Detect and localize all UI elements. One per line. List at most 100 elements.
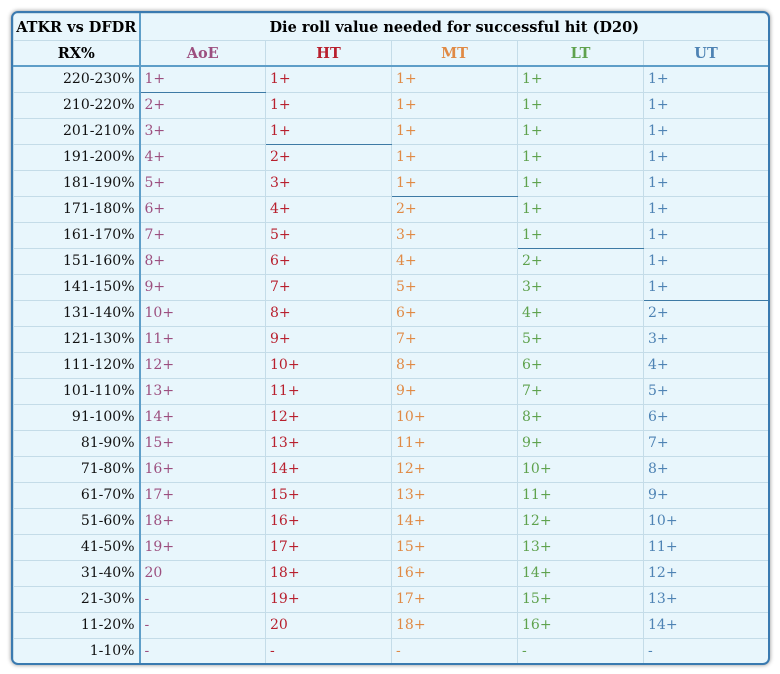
hit-value-aoe: 11+ bbox=[139, 325, 266, 353]
table-row: 111-120% 12+ 10+ 8+ 6+ 4+ bbox=[13, 351, 768, 379]
hit-value-aoe: 10+ bbox=[139, 299, 266, 327]
hit-value-aoe: - bbox=[139, 637, 266, 663]
hit-value-mt: 8+ bbox=[391, 351, 518, 379]
hit-value-ut: 4+ bbox=[642, 351, 768, 379]
rx-range-cell: 220-230% bbox=[13, 65, 141, 93]
hit-value-mt: 1+ bbox=[391, 169, 518, 197]
hit-value-mt: 3+ bbox=[391, 221, 518, 249]
hit-value-ut: 1+ bbox=[642, 143, 768, 171]
hit-value-aoe: 16+ bbox=[139, 455, 266, 483]
hit-value-lt: 4+ bbox=[517, 299, 644, 327]
table-row: 220-230% 1+ 1+ 1+ 1+ 1+ bbox=[13, 65, 768, 93]
hit-value-mt: 9+ bbox=[391, 377, 518, 405]
table-header: ATKR vs DFDR Die roll value needed for s… bbox=[13, 13, 768, 67]
hit-value-ut: 12+ bbox=[642, 559, 768, 587]
hit-value-ht: 16+ bbox=[265, 507, 392, 535]
table-row: 171-180% 6+ 4+ 2+ 1+ 1+ bbox=[13, 195, 768, 223]
hit-value-lt: - bbox=[517, 637, 644, 663]
hit-value-ut: 1+ bbox=[642, 195, 768, 223]
hit-value-aoe: 19+ bbox=[139, 533, 266, 561]
hit-value-lt: 13+ bbox=[517, 533, 644, 561]
rx-range-cell: 81-90% bbox=[13, 429, 141, 457]
hit-value-aoe: 14+ bbox=[139, 403, 266, 431]
hit-value-lt: 2+ bbox=[517, 247, 644, 275]
table-row: 131-140% 10+ 8+ 6+ 4+ 2+ bbox=[13, 299, 768, 327]
hit-value-ut: 1+ bbox=[642, 117, 768, 145]
hit-value-lt: 5+ bbox=[517, 325, 644, 353]
hit-value-lt: 9+ bbox=[517, 429, 644, 457]
hit-value-ht: 14+ bbox=[265, 455, 392, 483]
hit-value-ht: 8+ bbox=[265, 299, 392, 327]
hit-value-mt: 14+ bbox=[391, 507, 518, 535]
hit-value-ht: 1+ bbox=[265, 117, 392, 145]
rx-range-cell: 1-10% bbox=[13, 637, 141, 663]
hit-value-lt: 10+ bbox=[517, 455, 644, 483]
column-header-aoe: AoE bbox=[139, 40, 266, 67]
table-row: 101-110% 13+ 11+ 9+ 7+ 5+ bbox=[13, 377, 768, 405]
hit-value-ht: 5+ bbox=[265, 221, 392, 249]
hit-value-lt: 12+ bbox=[517, 507, 644, 535]
hit-value-mt: 1+ bbox=[391, 117, 518, 145]
hit-value-lt: 1+ bbox=[517, 117, 644, 145]
rx-range-cell: 121-130% bbox=[13, 325, 141, 353]
hit-value-lt: 1+ bbox=[517, 143, 644, 171]
hit-value-mt: 2+ bbox=[391, 195, 518, 223]
hit-value-lt: 7+ bbox=[517, 377, 644, 405]
column-header-lt: LT bbox=[517, 40, 644, 67]
hit-value-aoe: 15+ bbox=[139, 429, 266, 457]
hit-value-mt: 15+ bbox=[391, 533, 518, 561]
rx-range-cell: 191-200% bbox=[13, 143, 141, 171]
hit-value-ut: 6+ bbox=[642, 403, 768, 431]
hit-value-lt: 1+ bbox=[517, 65, 644, 93]
hit-value-lt: 1+ bbox=[517, 169, 644, 197]
hit-value-ht: 12+ bbox=[265, 403, 392, 431]
hit-value-ut: 3+ bbox=[642, 325, 768, 353]
table-row: 81-90% 15+ 13+ 11+ 9+ 7+ bbox=[13, 429, 768, 457]
hit-value-ht: 20 bbox=[265, 611, 392, 639]
hit-value-ut: 8+ bbox=[642, 455, 768, 483]
hit-value-aoe: 20 bbox=[139, 559, 266, 587]
table-row: 181-190% 5+ 3+ 1+ 1+ 1+ bbox=[13, 169, 768, 197]
hit-value-ut: 1+ bbox=[642, 221, 768, 249]
table-row: 51-60% 18+ 16+ 14+ 12+ 10+ bbox=[13, 507, 768, 535]
hit-value-mt: 16+ bbox=[391, 559, 518, 587]
hit-value-aoe: 2+ bbox=[139, 91, 266, 119]
hit-value-lt: 3+ bbox=[517, 273, 644, 301]
table-row: 91-100% 14+ 12+ 10+ 8+ 6+ bbox=[13, 403, 768, 431]
table-row: 121-130% 11+ 9+ 7+ 5+ 3+ bbox=[13, 325, 768, 353]
hit-value-ht: 1+ bbox=[265, 65, 392, 93]
rx-range-cell: 91-100% bbox=[13, 403, 141, 431]
hit-value-ut: 2+ bbox=[642, 299, 768, 327]
rx-range-cell: 61-70% bbox=[13, 481, 141, 509]
hit-value-mt: - bbox=[391, 637, 518, 663]
rx-range-cell: 201-210% bbox=[13, 117, 141, 145]
hit-value-mt: 7+ bbox=[391, 325, 518, 353]
column-header-mt: MT bbox=[391, 40, 518, 67]
rx-range-cell: 181-190% bbox=[13, 169, 141, 197]
rx-range-cell: 51-60% bbox=[13, 507, 141, 535]
column-header-ut: UT bbox=[642, 40, 768, 67]
table-row: 141-150% 9+ 7+ 5+ 3+ 1+ bbox=[13, 273, 768, 301]
hit-value-ut: 1+ bbox=[642, 65, 768, 93]
hit-value-aoe: 9+ bbox=[139, 273, 266, 301]
hit-value-ht: 3+ bbox=[265, 169, 392, 197]
hit-value-mt: 10+ bbox=[391, 403, 518, 431]
hit-value-ut: 11+ bbox=[642, 533, 768, 561]
hit-table-panel: ATKR vs DFDR Die roll value needed for s… bbox=[11, 11, 770, 665]
hit-value-aoe: 7+ bbox=[139, 221, 266, 249]
rx-range-cell: 131-140% bbox=[13, 299, 141, 327]
table-row: 210-220% 2+ 1+ 1+ 1+ 1+ bbox=[13, 91, 768, 119]
hit-value-mt: 12+ bbox=[391, 455, 518, 483]
hit-value-lt: 8+ bbox=[517, 403, 644, 431]
hit-value-ut: - bbox=[642, 637, 768, 663]
table-row: 61-70% 17+ 15+ 13+ 11+ 9+ bbox=[13, 481, 768, 509]
hit-value-aoe: 5+ bbox=[139, 169, 266, 197]
hit-value-ut: 1+ bbox=[642, 91, 768, 119]
hit-value-mt: 17+ bbox=[391, 585, 518, 613]
hit-value-ut: 9+ bbox=[642, 481, 768, 509]
hit-value-aoe: - bbox=[139, 611, 266, 639]
hit-value-ht: 17+ bbox=[265, 533, 392, 561]
hit-value-aoe: 8+ bbox=[139, 247, 266, 275]
hit-value-mt: 11+ bbox=[391, 429, 518, 457]
hit-value-mt: 4+ bbox=[391, 247, 518, 275]
